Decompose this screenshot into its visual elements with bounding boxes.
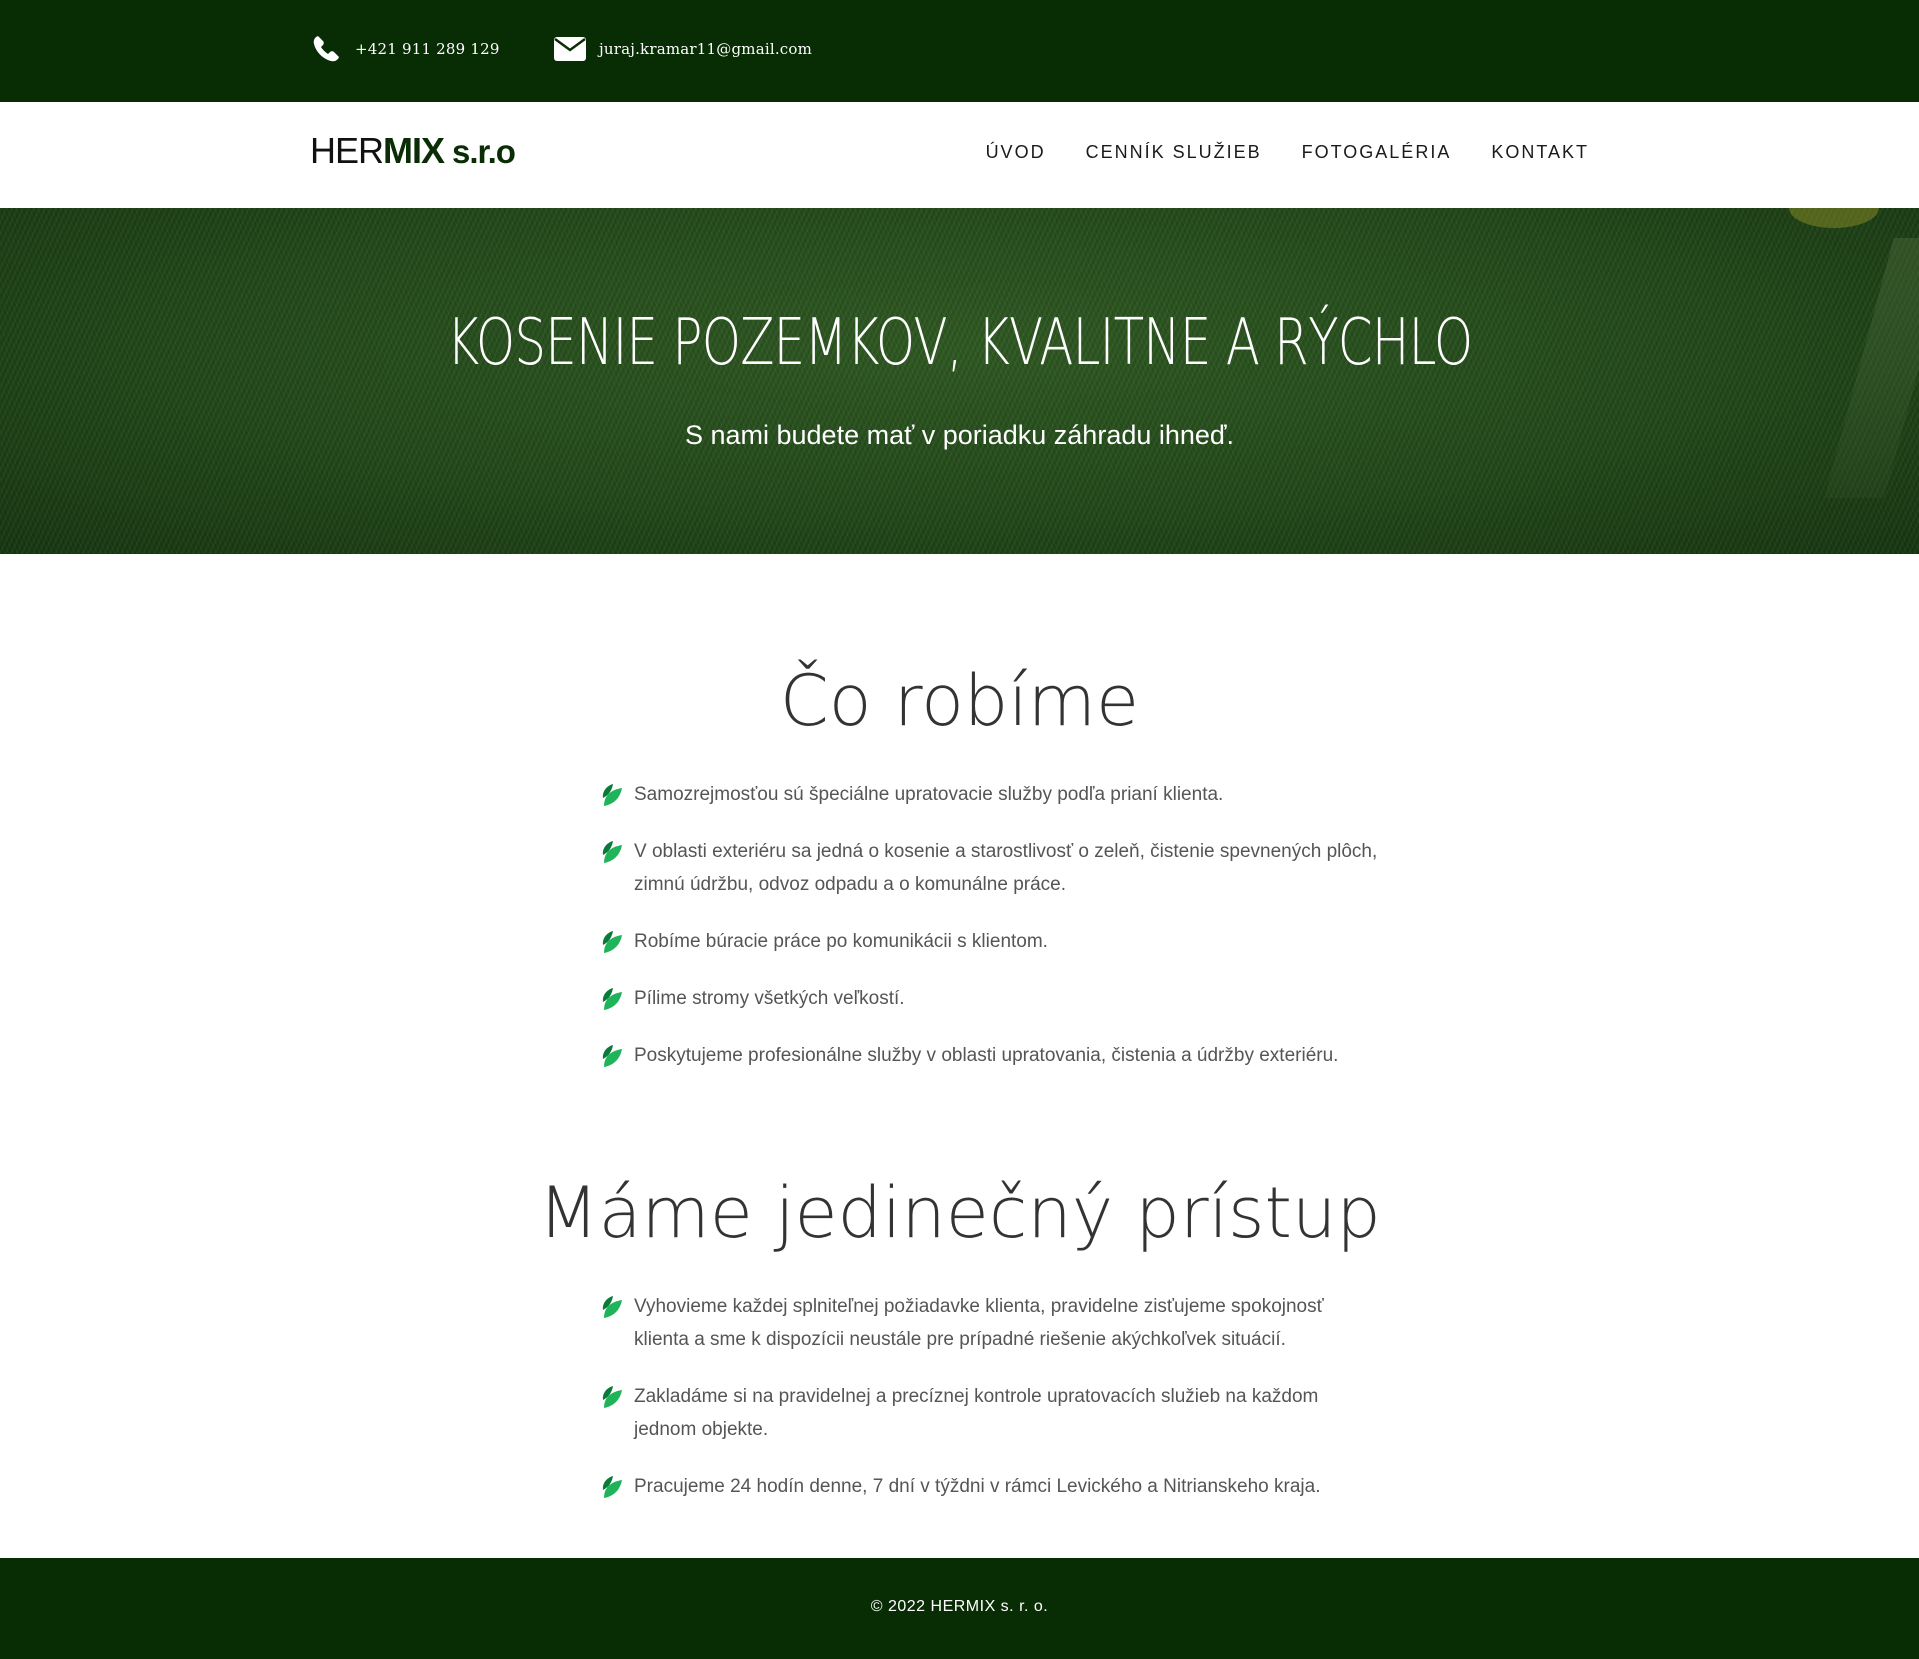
list-item: Pílime stromy všetkých veľkostí.: [600, 982, 1380, 1015]
approach-list: Vyhovieme každej splniteľnej požiadavke …: [600, 1290, 1380, 1527]
phone-contact[interactable]: +421 911 289 129: [309, 32, 500, 66]
hero-background-decoration: [1789, 208, 1879, 228]
site-footer: © 2022 HERMIX s. r. o.: [0, 1558, 1919, 1659]
list-item-text: Pílime stromy všetkých veľkostí.: [634, 988, 905, 1009]
list-item-text: V oblasti exteriéru sa jedná o kosenie a…: [634, 841, 1378, 895]
logo-sro: s.r.o: [452, 133, 516, 170]
phone-icon: [309, 32, 343, 66]
list-item: Vyhovieme každej splniteľnej požiadavke …: [600, 1290, 1380, 1356]
services-list: Samozrejmosťou sú špeciálne upratovacie …: [600, 778, 1380, 1096]
nav-uvod[interactable]: ÚVOD: [986, 142, 1046, 163]
leaf-icon: [602, 841, 622, 863]
list-item-text: Pracujeme 24 hodín denne, 7 dní v týždni…: [634, 1476, 1321, 1497]
envelope-icon: [553, 32, 587, 66]
leaf-icon: [602, 784, 622, 806]
leaf-icon: [602, 1045, 622, 1067]
list-item-text: Poskytujeme profesionálne služby v oblas…: [634, 1045, 1339, 1066]
section-title-co-robime: Čo robíme: [779, 660, 1140, 742]
leaf-icon: [602, 1296, 622, 1318]
leaf-icon: [602, 1476, 622, 1498]
nav-kontakt[interactable]: KONTAKT: [1491, 142, 1589, 163]
leaf-icon: [602, 931, 622, 953]
section-title-pristup: Máme jedinečný prístup: [538, 1172, 1381, 1254]
nav-fotogaleria[interactable]: FOTOGALÉRIA: [1302, 142, 1452, 163]
logo-mix: MIX: [383, 130, 445, 171]
site-header: HERMIX s.r.o ÚVOD CENNÍK SLUŽIEB FOTOGALÉ…: [0, 102, 1919, 208]
list-item: V oblasti exteriéru sa jedná o kosenie a…: [600, 835, 1380, 901]
list-item-text: Robíme búracie práce po komunikácii s kl…: [634, 931, 1048, 952]
hero-banner: KOSENIE POZEMKOV, KVALITNE A RÝCHLO S na…: [0, 208, 1919, 554]
list-item-text: Vyhovieme každej splniteľnej požiadavke …: [634, 1296, 1324, 1350]
list-item: Pracujeme 24 hodín denne, 7 dní v týždni…: [600, 1470, 1380, 1503]
leaf-icon: [602, 988, 622, 1010]
main-nav: ÚVOD CENNÍK SLUŽIEB FOTOGALÉRIA KONTAKT: [986, 142, 1589, 163]
list-item: Poskytujeme profesionálne služby v oblas…: [600, 1039, 1380, 1072]
hero-subtitle: S nami budete mať v poriadku záhradu ihn…: [684, 420, 1235, 450]
top-contact-bar: +421 911 289 129 juraj.kramar11@gmail.co…: [0, 0, 1919, 102]
list-item: Zakladáme si na pravidelnej a precíznej …: [600, 1380, 1380, 1446]
list-item: Robíme búracie práce po komunikácii s kl…: [600, 925, 1380, 958]
hero-background-decoration: [1824, 238, 1919, 498]
email-address[interactable]: juraj.kramar11@gmail.com: [599, 40, 812, 58]
hero-title: KOSENIE POZEMKOV, KVALITNE A RÝCHLO: [446, 306, 1474, 380]
nav-cennik-sluzieb[interactable]: CENNÍK SLUŽIEB: [1086, 142, 1262, 163]
list-item-text: Zakladáme si na pravidelnej a precíznej …: [634, 1386, 1319, 1440]
phone-number[interactable]: +421 911 289 129: [355, 40, 500, 58]
email-contact[interactable]: juraj.kramar11@gmail.com: [553, 32, 812, 66]
list-item: Samozrejmosťou sú špeciálne upratovacie …: [600, 778, 1380, 811]
leaf-icon: [602, 1386, 622, 1408]
logo-her: HER: [310, 130, 384, 171]
list-item-text: Samozrejmosťou sú špeciálne upratovacie …: [634, 784, 1224, 805]
logo[interactable]: HERMIX s.r.o: [310, 128, 516, 175]
copyright: © 2022 HERMIX s. r. o.: [870, 1598, 1049, 1615]
